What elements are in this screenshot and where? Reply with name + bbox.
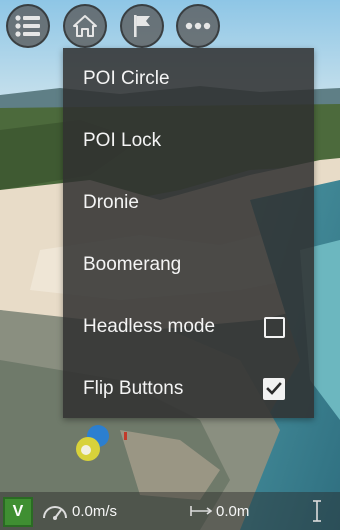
menu-item-headless-mode[interactable]: Headless mode [63, 296, 314, 358]
speedometer-icon [43, 506, 67, 520]
altitude-readout [312, 492, 326, 530]
menu-item-label: Dronie [83, 192, 139, 213]
home-button[interactable] [63, 4, 107, 48]
menu-item-label: Flip Buttons [83, 378, 184, 399]
menu-item-poi-lock[interactable]: POI Lock [63, 110, 314, 172]
home-icon [73, 15, 97, 37]
more-options-button[interactable] [176, 4, 220, 48]
flip-buttons-checkbox[interactable] [262, 377, 286, 401]
distance-readout: 0.0m [190, 492, 249, 530]
flag-icon [134, 15, 150, 37]
main-menu-button[interactable] [6, 4, 50, 48]
unchecked-box-icon [263, 316, 285, 338]
speed-readout: 0.0m/s [42, 492, 117, 530]
more-icon [185, 22, 211, 30]
flag-button[interactable] [120, 4, 164, 48]
checked-box-icon [263, 378, 285, 400]
menu-item-boomerang[interactable]: Boomerang [63, 234, 314, 296]
telemetry-bar: V 0.0m/s 0.0m [0, 492, 340, 530]
headless-mode-checkbox[interactable] [262, 315, 286, 339]
top-toolbar [0, 0, 340, 50]
flight-modes-menu: POI Circle POI Lock Dronie Boomerang Hea… [63, 48, 314, 418]
menu-item-label: Headless mode [83, 316, 216, 337]
vertical-distance-icon [313, 500, 321, 522]
speed-value: 0.0m/s [72, 502, 118, 520]
menu-item-label: POI Lock [83, 130, 162, 151]
horizontal-distance-icon [190, 506, 212, 516]
menu-item-poi-circle[interactable]: POI Circle [63, 48, 314, 110]
menu-item-label: POI Circle [83, 68, 170, 89]
menu-item-flip-buttons[interactable]: Flip Buttons [63, 358, 314, 420]
list-icon [15, 15, 40, 37]
checkmark-icon [266, 382, 282, 395]
menu-item-label: Boomerang [83, 254, 182, 275]
menu-item-dronie[interactable]: Dronie [63, 172, 314, 234]
distance-value: 0.0m [216, 502, 250, 520]
flight-mode-badge[interactable]: V [3, 497, 33, 527]
